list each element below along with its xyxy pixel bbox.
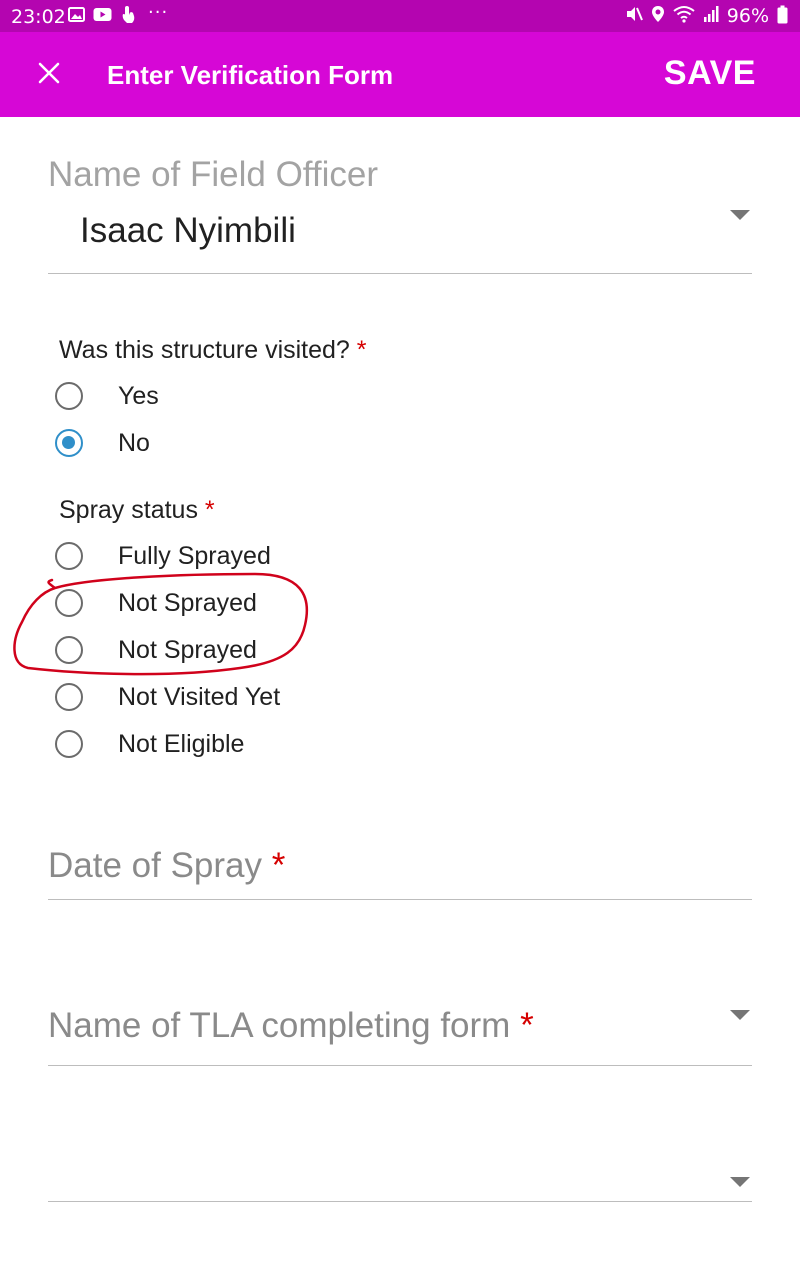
required-mark: *: [271, 846, 286, 885]
spray-status-question: Spray status *: [59, 496, 215, 525]
field-officer-value[interactable]: Isaac Nyimbili: [80, 211, 296, 251]
required-mark: *: [520, 1006, 534, 1045]
visited-option-no[interactable]: No: [55, 425, 415, 461]
date-of-spray-label-wrap: Date of Spray *: [48, 846, 285, 886]
radio-not-sprayed-2[interactable]: [55, 636, 83, 664]
radio-label: Yes: [118, 381, 159, 410]
dropdown-arrow-icon[interactable]: [730, 210, 750, 220]
required-mark: *: [204, 496, 215, 524]
field-officer-underline: [48, 273, 752, 274]
app-bar: Enter Verification Form SAVE: [0, 32, 800, 117]
visited-question-label: Was this structure visited?: [59, 336, 350, 364]
signal-icon: [703, 5, 719, 27]
tla-name-underline: [48, 1065, 752, 1066]
date-of-spray-label: Date of Spray: [48, 846, 262, 885]
status-bar: 23:02 ··· 96%: [0, 0, 800, 32]
radio-label: Not Eligible: [118, 729, 245, 758]
radio-label: Not Visited Yet: [118, 682, 281, 711]
battery-icon: [777, 5, 788, 28]
status-more-indicator: ···: [148, 2, 169, 23]
radio-label: Fully Sprayed: [118, 541, 271, 570]
extra-dropdown-underline: [48, 1201, 752, 1202]
date-of-spray-underline: [48, 899, 752, 900]
mute-icon: [625, 5, 643, 27]
touch-icon: [120, 5, 136, 28]
radio-not-sprayed-1[interactable]: [55, 589, 83, 617]
spray-option-not-eligible[interactable]: Not Eligible: [55, 726, 415, 762]
radio-label: No: [118, 428, 150, 457]
dropdown-arrow-icon[interactable]: [730, 1177, 750, 1187]
spray-option-not-sprayed-1[interactable]: Not Sprayed: [55, 585, 415, 621]
close-button[interactable]: [30, 56, 68, 94]
youtube-icon: [93, 7, 112, 26]
image-icon: [68, 6, 85, 26]
tla-name-label: Name of TLA completing form: [48, 1006, 511, 1045]
radio-label: Not Sprayed: [118, 588, 257, 617]
radio-no[interactable]: [55, 429, 83, 457]
tla-name-label-wrap: Name of TLA completing form *: [48, 1006, 534, 1046]
status-notification-icons: [68, 5, 136, 28]
field-officer-label: Name of Field Officer: [48, 155, 379, 194]
visited-question: Was this structure visited? *: [59, 336, 367, 365]
radio-yes[interactable]: [55, 382, 83, 410]
radio-label: Not Sprayed: [118, 635, 257, 664]
required-mark: *: [356, 336, 367, 364]
radio-fully-sprayed[interactable]: [55, 542, 83, 570]
radio-not-eligible[interactable]: [55, 730, 83, 758]
spray-option-not-visited-yet[interactable]: Not Visited Yet: [55, 679, 415, 715]
dropdown-arrow-icon[interactable]: [730, 1010, 750, 1020]
wifi-icon: [673, 5, 695, 27]
status-time: 23:02: [11, 6, 66, 28]
radio-not-visited-yet[interactable]: [55, 683, 83, 711]
spray-option-not-sprayed-2[interactable]: Not Sprayed: [55, 632, 415, 668]
visited-option-yes[interactable]: Yes: [55, 378, 415, 414]
location-icon: [651, 5, 665, 27]
save-button[interactable]: SAVE: [664, 54, 756, 93]
spray-option-fully-sprayed[interactable]: Fully Sprayed: [55, 538, 415, 574]
close-icon: [38, 62, 60, 89]
page-title: Enter Verification Form: [107, 60, 394, 90]
status-system-icons: 96%: [625, 5, 788, 28]
battery-percent: 96%: [726, 5, 769, 27]
spray-status-label: Spray status: [59, 496, 198, 524]
